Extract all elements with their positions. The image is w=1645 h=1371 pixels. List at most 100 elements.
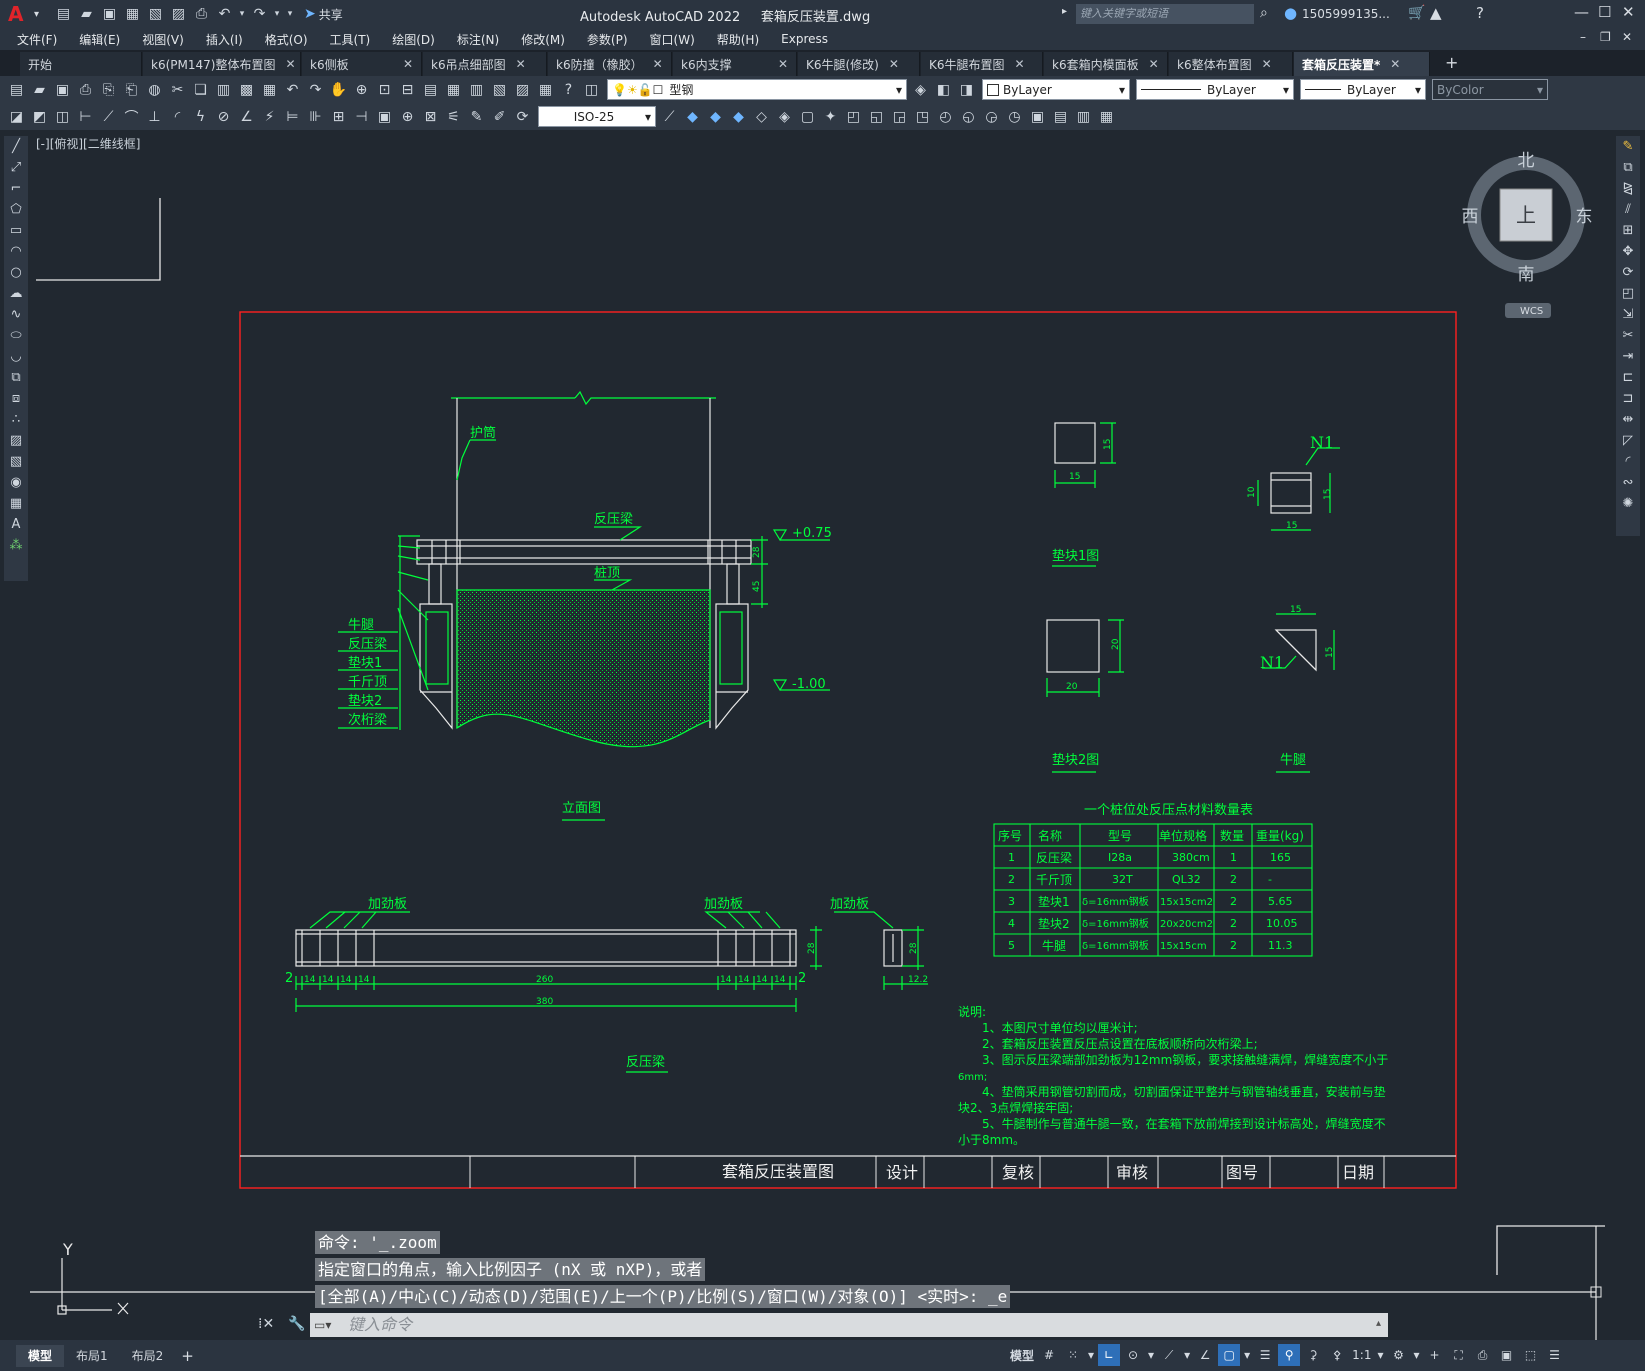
layer-previous-icon[interactable]: ◧ [933,79,954,100]
quick-dim-icon[interactable]: ⚡ [259,106,280,127]
viewcube[interactable]: 上 北 南 东 西 WCS [1462,151,1593,318]
qnew-icon[interactable]: ▤ [6,79,27,100]
match-prop-icon[interactable]: ▩ [236,79,257,100]
ellipse-icon[interactable]: ⬭ [4,325,28,346]
tool-icon-j[interactable]: ◲ [889,106,910,127]
tool-icon-p[interactable]: ▣ [1027,106,1048,127]
tool-icon-k[interactable]: ◳ [912,106,933,127]
open-icon[interactable]: ▰ [29,79,50,100]
menu-view[interactable]: 视图(V) [131,31,195,48]
blend-icon[interactable]: ∾ [1616,472,1640,493]
add-layout-icon[interactable]: + [181,1347,194,1365]
user-name[interactable]: 1505999135... [1302,7,1390,21]
ortho-icon[interactable]: ∟ [1098,1344,1121,1366]
tool-icon-b[interactable]: ◆ [705,106,726,127]
tab-close-icon[interactable]: ✕ [1015,57,1025,71]
tab-close-icon[interactable]: ✕ [1262,57,1272,71]
snap-dropdown-icon[interactable]: ▾ [1086,1344,1096,1366]
menu-parametric[interactable]: 参数(P) [576,31,639,48]
quickcalc-icon[interactable]: ▦ [535,79,556,100]
linear-dim-icon[interactable]: ⊢ [75,106,96,127]
tab-k6-bracket-layout[interactable]: K6牛腿布置图 ✕ [921,52,1043,76]
lineweight-icon[interactable]: ☰ [1254,1344,1276,1366]
maximize-button[interactable]: ☐ [1598,3,1611,21]
osnap-dropdown-icon[interactable]: ▾ [1242,1344,1252,1366]
tool-icon-o[interactable]: ◷ [1004,106,1025,127]
tab-k6-bumper[interactable]: k6防撞（橡胶） ✕ [548,52,672,76]
menu-file[interactable]: 文件(F) [6,31,68,48]
tab-start[interactable]: 开始 [20,52,142,76]
rotate-icon[interactable]: ⟳ [1616,262,1640,283]
arc-icon[interactable]: ◠ [4,241,28,262]
move-icon[interactable]: ✥ [1616,241,1640,262]
drawing-canvas[interactable]: [-][俯视][二维线框] 上 北 南 东 西 WCS 套箱反压装置图 设计 复… [30,130,1615,1340]
tool-icon-2[interactable]: ◩ [29,106,50,127]
design-center-icon[interactable]: ▦ [443,79,464,100]
user-icon[interactable]: ● [1284,4,1297,22]
tool-icon-l[interactable]: ◴ [935,106,956,127]
layer-state-icon[interactable]: ◨ [956,79,977,100]
radius-dim-icon[interactable]: ◜ [167,106,188,127]
array-icon[interactable]: ⊞ [1616,220,1640,241]
compass-east[interactable]: 东 [1576,207,1593,227]
menu-format[interactable]: 格式(O) [254,31,319,48]
break-at-point-icon[interactable]: ⊏ [1616,367,1640,388]
polyline-icon[interactable]: ⌐ [4,178,28,199]
tool-icon-f[interactable]: ▢ [797,106,818,127]
tab-close-icon[interactable]: ✕ [285,57,295,71]
command-scroll-icon[interactable]: ▴ [1376,1318,1381,1329]
menu-tools[interactable]: 工具(T) [319,31,382,48]
tool-icon-q[interactable]: ▤ [1050,106,1071,127]
tab-k6-inner-panel[interactable]: k6套箱内模面板 ✕ [1044,52,1168,76]
osnap-icon[interactable]: ▢ [1218,1344,1241,1366]
mirror-icon[interactable]: ⧎ [1616,178,1640,199]
hardware-accel-icon[interactable]: ⎙ [1472,1344,1494,1366]
revcloud-icon[interactable]: ☁ [4,283,28,304]
center-mark-icon[interactable]: ⊕ [397,106,418,127]
compass-north[interactable]: 北 [1518,151,1535,171]
zoom-window-icon[interactable]: ⊡ [374,79,395,100]
dim-edit-icon[interactable]: ✎ [466,106,487,127]
redo-dropdown-icon[interactable]: ▾ [272,4,282,25]
tool-icon-r[interactable]: ▥ [1073,106,1094,127]
tool-icon-i[interactable]: ◱ [866,106,887,127]
tab-close-icon[interactable]: ✕ [516,57,526,71]
annotation-autoscale-icon[interactable]: ⚳ [1302,1344,1324,1366]
redo-icon[interactable]: ↷ [305,79,326,100]
help-icon[interactable]: ? [558,79,579,100]
menu-dimension[interactable]: 标注(N) [446,31,510,48]
color-dropdown[interactable]: ByLayer ▾ [982,79,1130,100]
stretch-icon[interactable]: ⇲ [1616,304,1640,325]
menu-insert[interactable]: 插入(I) [195,31,254,48]
compass-south[interactable]: 南 [1518,265,1535,285]
jogged-linear-icon[interactable]: ⚟ [443,106,464,127]
share-button[interactable]: ➤ 共享 [304,6,343,23]
add-icon[interactable]: + [1424,1344,1446,1366]
spline-icon[interactable]: ∿ [4,304,28,325]
cart-icon[interactable]: 🛒 [1408,5,1425,21]
angular-dim-icon[interactable]: ∠ [236,106,257,127]
inspect-icon[interactable]: ⊠ [420,106,441,127]
menu-edit[interactable]: 编辑(E) [68,31,131,48]
customize-qat-icon[interactable]: ▾ [284,4,296,25]
tool-icon-g[interactable]: ✦ [820,106,841,127]
grid-icon[interactable]: # [1038,1344,1060,1366]
gradient-icon[interactable]: ▧ [4,451,28,472]
redo-icon[interactable]: ↷ [249,4,270,25]
layout-tab-2[interactable]: 布局2 [120,1347,176,1364]
model-space-button[interactable]: 模型 [1008,1344,1036,1366]
region-icon[interactable]: ◉ [4,472,28,493]
autocad-logo-icon[interactable]: A [8,1,34,27]
save-as-icon[interactable]: ▦ [122,4,143,25]
compass-west[interactable]: 西 [1462,207,1479,227]
copy-icon[interactable]: ❏ [190,79,211,100]
tool-icon-a[interactable]: ◆ [682,106,703,127]
snap-icon[interactable]: ⁙ [1062,1344,1084,1366]
search-expand-icon[interactable]: ▸ [1062,6,1067,17]
minimize-button[interactable]: — [1574,3,1589,21]
undo-dropdown-icon[interactable]: ▾ [237,4,247,25]
wrench-icon[interactable]: 🔧 [288,1316,305,1332]
viewport-label[interactable]: [-][俯视][二维线框] [36,136,140,151]
publish-icon[interactable]: ⎗ [121,79,142,100]
extend-icon[interactable]: ⇥ [1616,346,1640,367]
